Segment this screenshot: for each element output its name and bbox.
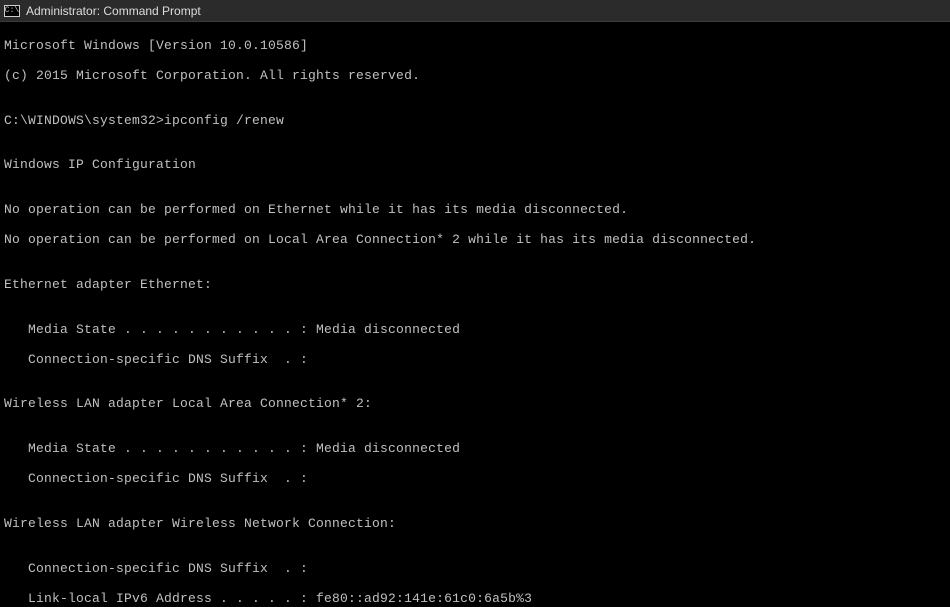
output-line: No operation can be performed on Local A…	[4, 233, 946, 248]
output-line: Connection-specific DNS Suffix . :	[4, 472, 946, 487]
output-line: Ethernet adapter Ethernet:	[4, 278, 946, 293]
output-line: Link-local IPv6 Address . . . . . : fe80…	[4, 592, 946, 607]
output-line: (c) 2015 Microsoft Corporation. All righ…	[4, 69, 946, 84]
output-line: Wireless LAN adapter Wireless Network Co…	[4, 517, 946, 532]
window-title: Administrator: Command Prompt	[26, 4, 201, 18]
prompt-line: C:\WINDOWS\system32>ipconfig /renew	[4, 114, 946, 129]
terminal-output[interactable]: Microsoft Windows [Version 10.0.10586] (…	[0, 22, 950, 607]
output-line: Windows IP Configuration	[4, 158, 946, 173]
output-line: No operation can be performed on Etherne…	[4, 203, 946, 218]
output-line: Media State . . . . . . . . . . . : Medi…	[4, 323, 946, 338]
output-line: Connection-specific DNS Suffix . :	[4, 562, 946, 577]
window-titlebar[interactable]: C:\ Administrator: Command Prompt	[0, 0, 950, 22]
output-line: Wireless LAN adapter Local Area Connecti…	[4, 397, 946, 412]
output-line: Connection-specific DNS Suffix . :	[4, 353, 946, 368]
output-line: Media State . . . . . . . . . . . : Medi…	[4, 442, 946, 457]
output-line: Microsoft Windows [Version 10.0.10586]	[4, 39, 946, 54]
cmd-icon: C:\	[4, 5, 20, 17]
